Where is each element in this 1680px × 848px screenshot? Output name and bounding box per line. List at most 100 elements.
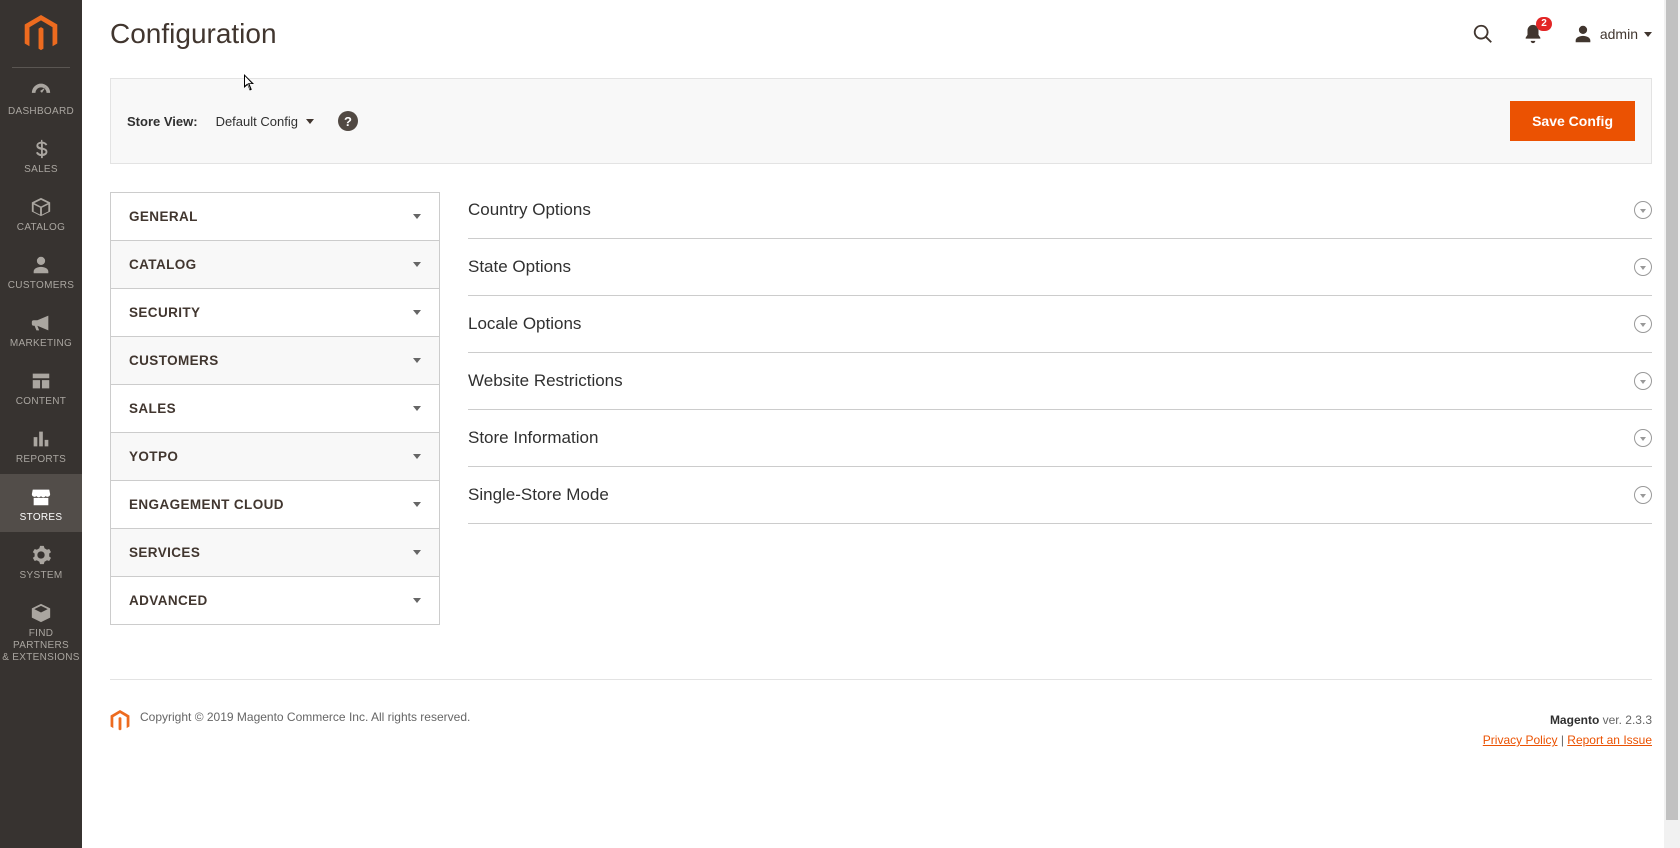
sidebar-item-label: CONTENT	[16, 396, 66, 408]
privacy-policy-link[interactable]: Privacy Policy	[1483, 733, 1558, 747]
layout-icon	[30, 370, 52, 392]
config-tab-engagement-cloud[interactable]: ENGAGEMENT CLOUD	[111, 481, 439, 529]
expand-icon	[1634, 315, 1652, 333]
section-single-store-mode[interactable]: Single-Store Mode	[468, 467, 1652, 524]
footer-version: 2.3.3	[1625, 713, 1652, 727]
store-view-select[interactable]: Default Config	[216, 114, 314, 129]
scrollbar-thumb[interactable]	[1666, 0, 1678, 820]
footer-version-prefix: ver.	[1599, 713, 1625, 727]
section-state-options[interactable]: State Options	[468, 239, 1652, 296]
sidebar-item-label: CUSTOMERS	[8, 280, 74, 292]
store-view-value: Default Config	[216, 114, 298, 129]
config-tab-label: SALES	[129, 401, 176, 416]
footer-brand: Magento	[1550, 713, 1599, 727]
user-icon	[1572, 23, 1594, 45]
config-tab-label: ENGAGEMENT CLOUD	[129, 497, 284, 512]
sidebar-item-reports[interactable]: REPORTS	[0, 416, 82, 474]
sidebar-item-label: DASHBOARD	[8, 106, 74, 118]
person-icon	[30, 254, 52, 276]
notifications-button[interactable]: 2	[1522, 23, 1544, 45]
sidebar-item-content[interactable]: CONTENT	[0, 358, 82, 416]
config-tab-advanced[interactable]: ADVANCED	[111, 577, 439, 624]
config-tabs: GENERAL CATALOG SECURITY CUSTOMERS SALES…	[110, 192, 440, 625]
footer-copyright: Copyright © 2019 Magento Commerce Inc. A…	[140, 710, 470, 724]
user-menu[interactable]: admin	[1572, 23, 1652, 45]
page-title: Configuration	[110, 18, 1472, 50]
expand-icon	[1634, 372, 1652, 390]
window-scrollbar[interactable]	[1664, 0, 1680, 848]
config-sections: Country Options State Options Locale Opt…	[468, 192, 1652, 524]
expand-icon	[1634, 486, 1652, 504]
config-body: GENERAL CATALOG SECURITY CUSTOMERS SALES…	[110, 192, 1652, 625]
header-actions: 2 admin	[1472, 23, 1652, 45]
section-country-options[interactable]: Country Options	[468, 192, 1652, 239]
gear-icon	[30, 544, 52, 566]
chevron-down-icon	[413, 358, 421, 363]
sidebar-item-catalog[interactable]: CATALOG	[0, 184, 82, 242]
megaphone-icon	[30, 312, 52, 334]
sidebar-item-stores[interactable]: STORES	[0, 474, 82, 532]
config-tab-general[interactable]: GENERAL	[111, 193, 439, 241]
section-store-information[interactable]: Store Information	[468, 410, 1652, 467]
store-view-label: Store View:	[127, 114, 198, 129]
section-website-restrictions[interactable]: Website Restrictions	[468, 353, 1652, 410]
report-issue-link[interactable]: Report an Issue	[1567, 733, 1652, 747]
sidebar-item-label: REPORTS	[16, 454, 66, 466]
section-title: Website Restrictions	[468, 371, 623, 391]
sidebar-item-customers[interactable]: CUSTOMERS	[0, 242, 82, 300]
help-icon[interactable]: ?	[338, 111, 358, 131]
sidebar-item-label: SALES	[24, 164, 58, 176]
dashboard-icon	[30, 80, 52, 102]
puzzle-icon	[30, 602, 52, 624]
magento-logo[interactable]	[12, 0, 70, 68]
admin-sidebar: DASHBOARD SALES CATALOG CUSTOMERS MARKET…	[0, 0, 82, 848]
config-tab-customers[interactable]: CUSTOMERS	[111, 337, 439, 385]
config-tab-catalog[interactable]: CATALOG	[111, 241, 439, 289]
save-config-button[interactable]: Save Config	[1510, 101, 1635, 141]
sidebar-item-sales[interactable]: SALES	[0, 126, 82, 184]
section-title: Single-Store Mode	[468, 485, 609, 505]
sidebar-item-dashboard[interactable]: DASHBOARD	[0, 68, 82, 126]
config-tab-label: CATALOG	[129, 257, 197, 272]
sidebar-item-label: MARKETING	[10, 338, 72, 350]
config-tab-label: GENERAL	[129, 209, 198, 224]
search-button[interactable]	[1472, 23, 1494, 45]
magento-logo-footer	[110, 710, 130, 732]
sidebar-item-label: CATALOG	[17, 222, 65, 234]
expand-icon	[1634, 429, 1652, 447]
chevron-down-icon	[413, 406, 421, 411]
chevron-down-icon	[413, 310, 421, 315]
sidebar-item-marketing[interactable]: MARKETING	[0, 300, 82, 358]
chevron-down-icon	[1644, 32, 1652, 37]
footer-separator: |	[1557, 733, 1567, 747]
store-icon	[30, 486, 52, 508]
config-tab-label: CUSTOMERS	[129, 353, 219, 368]
sidebar-item-label: SYSTEM	[20, 570, 63, 582]
config-tab-label: ADVANCED	[129, 593, 208, 608]
config-tab-security[interactable]: SECURITY	[111, 289, 439, 337]
config-tab-label: SECURITY	[129, 305, 200, 320]
sidebar-item-label: FIND PARTNERS & EXTENSIONS	[0, 628, 82, 664]
store-scope-bar: Store View: Default Config ? Save Config	[110, 78, 1652, 164]
expand-icon	[1634, 201, 1652, 219]
config-tab-label: YOTPO	[129, 449, 178, 464]
search-icon	[1472, 23, 1494, 45]
config-tab-yotpo[interactable]: YOTPO	[111, 433, 439, 481]
config-tab-services[interactable]: SERVICES	[111, 529, 439, 577]
section-locale-options[interactable]: Locale Options	[468, 296, 1652, 353]
sidebar-item-label: STORES	[20, 512, 63, 524]
chevron-down-icon	[306, 119, 314, 124]
footer-right: Magento ver. 2.3.3 Privacy Policy | Repo…	[1483, 710, 1652, 751]
chevron-down-icon	[413, 262, 421, 267]
section-title: State Options	[468, 257, 571, 277]
bars-icon	[30, 428, 52, 450]
sidebar-item-system[interactable]: SYSTEM	[0, 532, 82, 590]
chevron-down-icon	[413, 214, 421, 219]
section-title: Locale Options	[468, 314, 581, 334]
config-tab-sales[interactable]: SALES	[111, 385, 439, 433]
dollar-icon	[30, 138, 52, 160]
config-tab-label: SERVICES	[129, 545, 200, 560]
box-icon	[30, 196, 52, 218]
chevron-down-icon	[413, 454, 421, 459]
sidebar-item-partners[interactable]: FIND PARTNERS & EXTENSIONS	[0, 590, 82, 672]
